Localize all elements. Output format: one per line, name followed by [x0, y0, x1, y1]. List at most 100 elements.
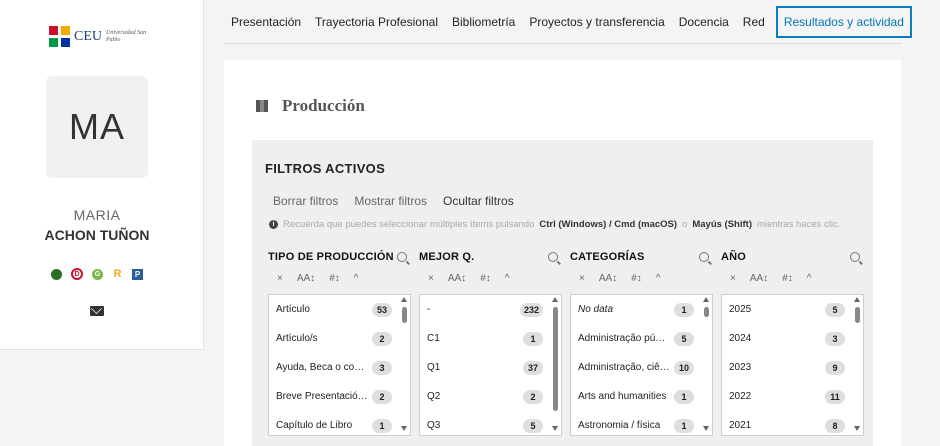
list-item[interactable]: 2022 11	[722, 382, 863, 411]
count-badge: 5	[825, 302, 845, 317]
search-icon[interactable]	[699, 252, 709, 262]
scrollbar[interactable]	[852, 295, 863, 435]
tab-resultados[interactable]: Resultados y actividad	[775, 5, 912, 38]
filters-title: FILTROS ACTIVOS	[265, 161, 386, 176]
hide-filters-button[interactable]: Ocultar filtros	[443, 194, 514, 208]
filter-listbox[interactable]: 2025 5 2024 3 2023 9 2022 11 2021 8	[721, 294, 864, 436]
list-item[interactable]: Breve Presentación Oral2	[269, 382, 410, 411]
tab-bibliometria[interactable]: Bibliometría	[445, 0, 522, 43]
sort-alpha-icon[interactable]: AA↕	[599, 273, 617, 284]
profile-links: D G R P	[51, 268, 143, 280]
researchgate-icon[interactable]: R	[112, 268, 123, 280]
list-item[interactable]: Astronomia / física 1	[571, 411, 712, 435]
scroll-up-icon	[552, 297, 558, 302]
sort-count-icon[interactable]: #↕	[329, 273, 340, 284]
count-badge: 53	[372, 302, 392, 317]
list-item[interactable]: Capítulo de Libro 1	[269, 411, 410, 435]
list-item[interactable]: Arts and humanities 1	[571, 382, 712, 411]
avatar: MA	[46, 76, 148, 178]
scroll-down-icon	[854, 426, 860, 431]
filter-actions: Borrar filtros Mostrar filtros Ocultar f…	[273, 194, 514, 208]
profile-sidebar: CEU Universidad San Pablo MA MARIA ACHON…	[0, 0, 204, 350]
multi-select-hint: i Recuerda que puedes seleccionar múltip…	[269, 219, 840, 230]
ceu-cross-icon	[49, 26, 70, 47]
tab-docencia[interactable]: Docencia	[672, 0, 736, 43]
count-badge: 3	[825, 331, 845, 346]
sort-alpha-icon[interactable]: AA↕	[750, 273, 768, 284]
filter-listbox[interactable]: No data 1 Administração pública 5 Administ…	[570, 294, 713, 436]
filter-column-categorias: CATEGORÍAS × AA↕ #↕ ^ No data 1 Administr…	[570, 250, 713, 436]
show-filters-button[interactable]: Mostrar filtros	[354, 194, 427, 208]
count-badge: 1	[674, 302, 694, 317]
scroll-up-icon	[703, 297, 709, 302]
column-title: MEJOR Q.	[419, 251, 475, 263]
sort-count-icon[interactable]: #↕	[631, 273, 642, 284]
university-logo[interactable]: CEU Universidad San Pablo	[49, 26, 150, 47]
list-item[interactable]: 2021 8	[722, 411, 863, 435]
count-badge: 10	[674, 360, 694, 375]
mail-icon[interactable]	[90, 306, 104, 316]
collapse-icon[interactable]: ^	[354, 273, 359, 284]
tab-proyectos[interactable]: Proyectos y transferencia	[522, 0, 671, 43]
list-item[interactable]: -232	[420, 295, 561, 324]
list-item[interactable]: 2025 5	[722, 295, 863, 324]
count-badge: 232	[519, 302, 543, 317]
sort-count-icon[interactable]: #↕	[480, 273, 491, 284]
clear-selection-icon[interactable]: ×	[730, 273, 736, 284]
count-badge: 1	[372, 418, 392, 433]
search-icon[interactable]	[548, 252, 558, 262]
scrollbar[interactable]	[701, 295, 712, 435]
clear-selection-icon[interactable]: ×	[277, 273, 283, 284]
sort-alpha-icon[interactable]: AA↕	[297, 273, 315, 284]
info-icon: i	[269, 220, 278, 229]
sort-alpha-icon[interactable]: AA↕	[448, 273, 466, 284]
collapse-icon[interactable]: ^	[505, 273, 510, 284]
logo-brand: CEU	[74, 28, 102, 44]
list-item[interactable]: Artículo 53	[269, 295, 410, 324]
publons-icon[interactable]: P	[132, 268, 143, 280]
list-item[interactable]: Administração pública 5	[571, 324, 712, 353]
list-item[interactable]: Administração, ciências10	[571, 353, 712, 382]
list-item[interactable]: No data 1	[571, 295, 712, 324]
search-icon[interactable]	[397, 252, 407, 262]
section-title: Producción	[282, 96, 365, 115]
count-badge: 5	[523, 418, 543, 433]
list-item[interactable]: Q3 5	[420, 411, 561, 435]
scrollbar[interactable]	[399, 295, 410, 435]
profile-last-name: ACHON TUÑON	[44, 227, 150, 243]
clear-filters-button[interactable]: Borrar filtros	[273, 194, 338, 208]
filter-listbox[interactable]: -232 C1 1 Q1 37 Q2 2 Q3 5	[419, 294, 562, 436]
sort-count-icon[interactable]: #↕	[782, 273, 793, 284]
dialnet-icon[interactable]: D	[71, 268, 83, 280]
scrollbar[interactable]	[550, 295, 561, 435]
hint-keys-ctrl: Ctrl (Windows) / Cmd (macOS)	[539, 219, 678, 230]
list-item[interactable]: C1 1	[420, 324, 561, 353]
list-item[interactable]: Artículo/s 2	[269, 324, 410, 353]
scroll-up-icon	[854, 297, 860, 302]
scroll-down-icon	[401, 426, 407, 431]
list-item[interactable]: Q2 2	[420, 382, 561, 411]
clear-selection-icon[interactable]: ×	[579, 273, 585, 284]
list-item[interactable]: Q1 37	[420, 353, 561, 382]
count-badge: 2	[523, 389, 543, 404]
tab-red[interactable]: Red	[736, 0, 772, 43]
tab-presentacion[interactable]: Presentación	[224, 0, 308, 43]
collapse-icon[interactable]: ^	[656, 273, 661, 284]
top-navigation: Presentación Trayectoria Profesional Bib…	[224, 0, 912, 44]
orcid-icon[interactable]	[51, 268, 62, 280]
filter-listbox[interactable]: Artículo 53 Artículo/s 2 Ayuda, Beca o con…	[268, 294, 411, 436]
map-icon	[256, 100, 268, 112]
column-title: AÑO	[721, 251, 747, 263]
collapse-icon[interactable]: ^	[807, 273, 812, 284]
tab-trayectoria[interactable]: Trayectoria Profesional	[308, 0, 445, 43]
filters-panel: FILTROS ACTIVOS Borrar filtros Mostrar f…	[252, 140, 873, 446]
filter-column-mejor-q: MEJOR Q. × AA↕ #↕ ^ -232 C1 1 Q1 37 Q2 2 Q3…	[419, 250, 562, 436]
list-item[interactable]: 2023 9	[722, 353, 863, 382]
count-badge: 3	[372, 360, 392, 375]
search-icon[interactable]	[850, 252, 860, 262]
clear-selection-icon[interactable]: ×	[428, 273, 434, 284]
list-item[interactable]: 2024 3	[722, 324, 863, 353]
list-item[interactable]: Ayuda, Beca o contrato3	[269, 353, 410, 382]
count-badge: 11	[825, 389, 845, 404]
google-scholar-icon[interactable]: G	[92, 268, 103, 280]
